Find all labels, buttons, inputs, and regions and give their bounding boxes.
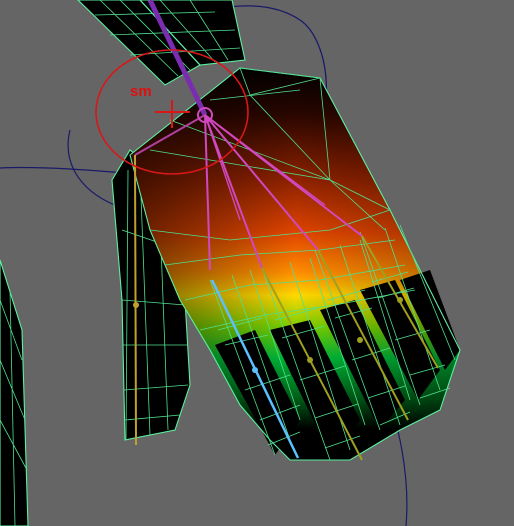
pinky-joint[interactable] bbox=[397, 297, 403, 303]
left-mesh-edge[interactable] bbox=[0, 259, 29, 526]
middle-joint[interactable] bbox=[307, 357, 313, 363]
forearm-mesh[interactable] bbox=[77, 0, 246, 86]
gizmo-label: sm bbox=[130, 83, 152, 100]
index-joint[interactable] bbox=[252, 367, 258, 373]
ring-joint[interactable] bbox=[357, 337, 363, 343]
thumb-bone[interactable] bbox=[134, 154, 137, 446]
thumb-joint[interactable] bbox=[133, 302, 139, 308]
3d-viewport[interactable]: sm bbox=[0, 0, 514, 526]
viewport-canvas[interactable]: sm bbox=[0, 0, 514, 526]
